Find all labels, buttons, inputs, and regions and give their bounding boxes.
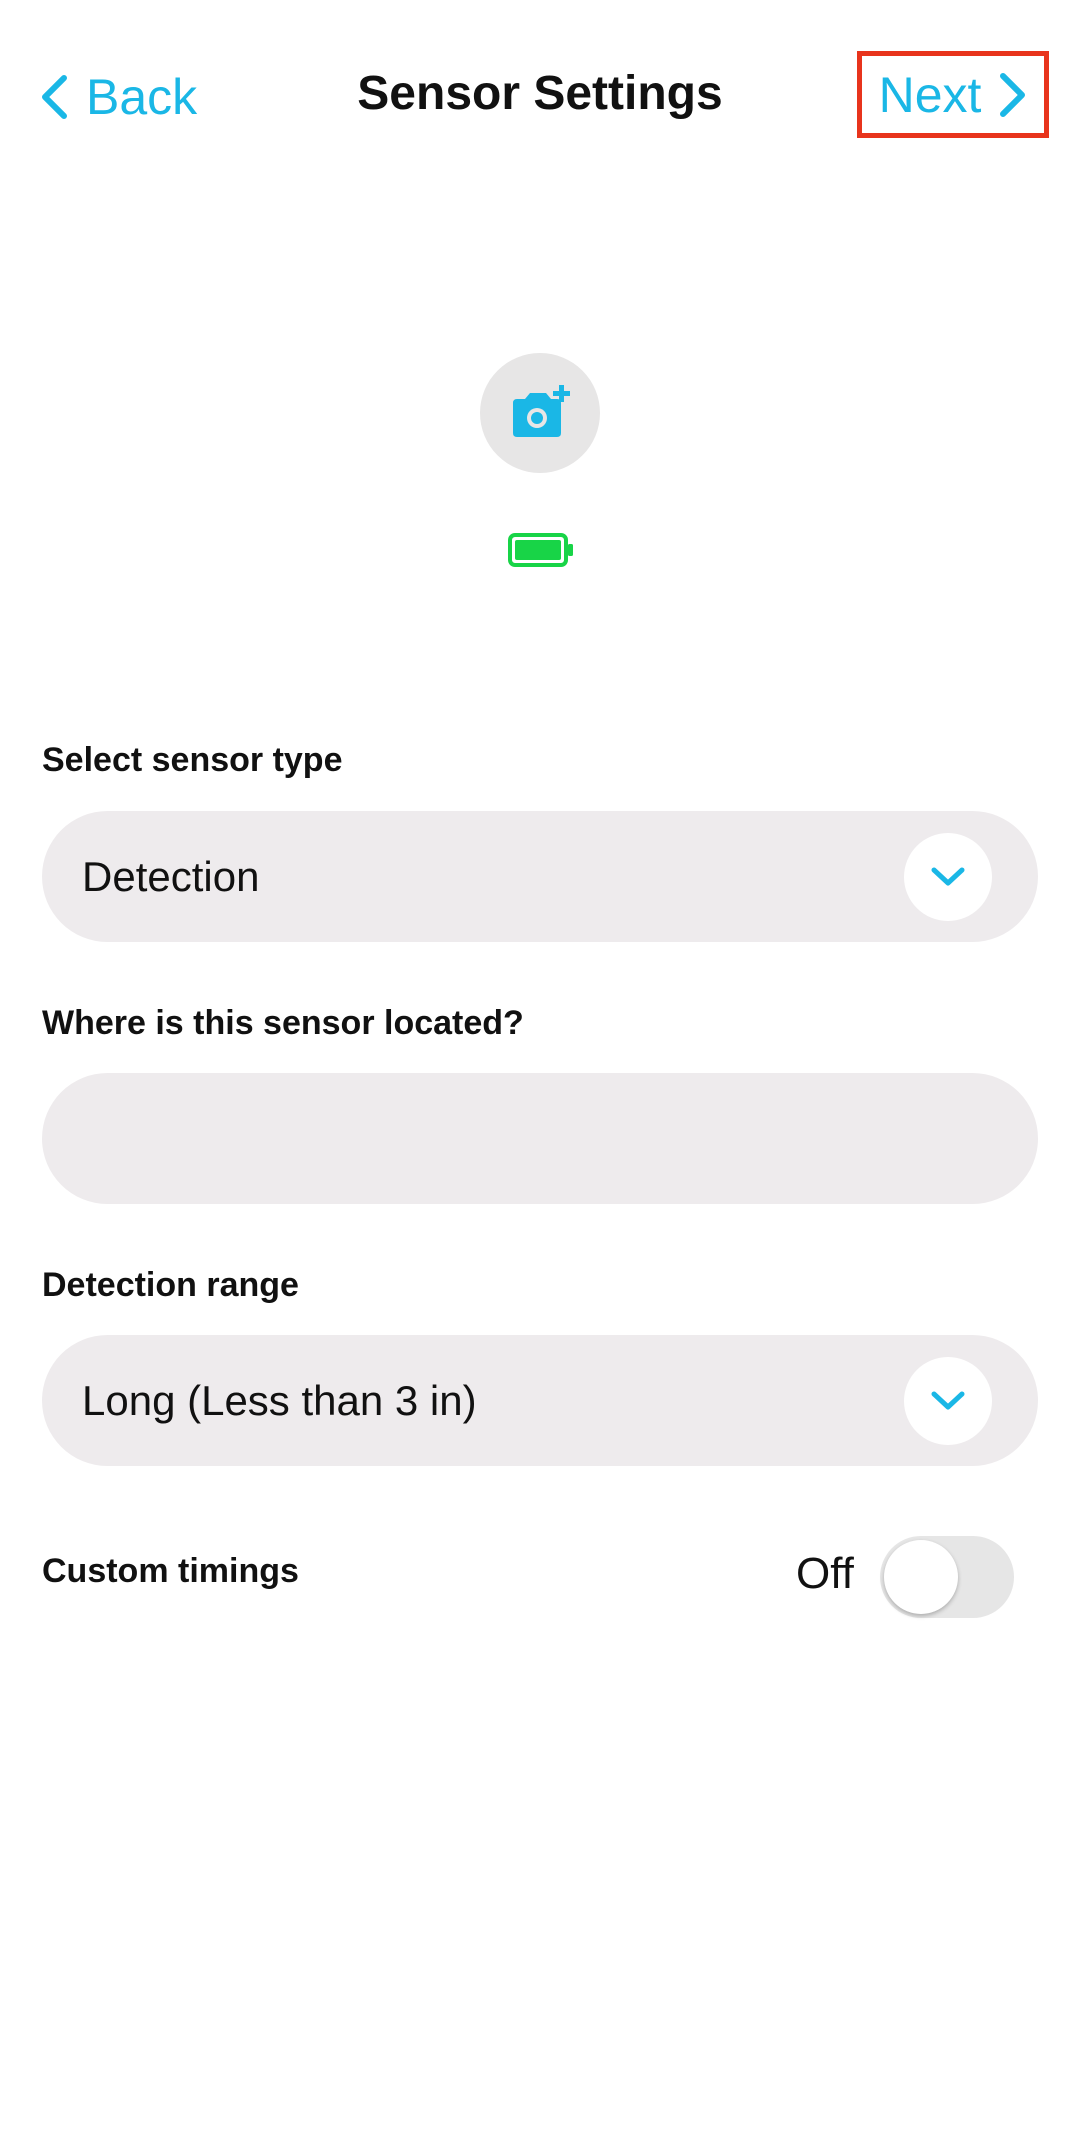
toggle-knob xyxy=(884,1540,958,1614)
camera-add-icon xyxy=(513,385,570,437)
chevron-down-icon xyxy=(931,867,965,886)
detection-range-label: Detection range xyxy=(42,1266,299,1304)
sensor-type-dropdown-button[interactable] xyxy=(904,833,992,921)
sensor-settings-screen: Back Sensor Settings Next Select sensor … xyxy=(0,0,1080,2153)
sensor-type-select[interactable]: Detection xyxy=(42,811,1038,942)
next-label: Next xyxy=(878,66,982,123)
location-label: Where is this sensor located? xyxy=(42,1004,524,1042)
custom-timings-state: Off xyxy=(796,1549,854,1598)
sensor-type-value: Detection xyxy=(82,853,260,900)
chevron-right-icon xyxy=(1000,72,1026,117)
chevron-down-icon xyxy=(931,1391,965,1410)
detection-range-value: Long (Less than 3 in) xyxy=(82,1377,477,1424)
battery-full-icon xyxy=(508,533,573,567)
detection-range-dropdown-button[interactable] xyxy=(904,1357,992,1445)
location-field[interactable] xyxy=(42,1073,1038,1206)
next-button[interactable]: Next xyxy=(857,51,1049,138)
header-bar: Back Sensor Settings Next xyxy=(0,0,1080,195)
add-photo-button[interactable] xyxy=(480,353,600,473)
detection-range-select[interactable]: Long (Less than 3 in) xyxy=(42,1335,1038,1466)
custom-timings-label: Custom timings xyxy=(42,1552,299,1590)
sensor-type-label: Select sensor type xyxy=(42,741,343,779)
location-input[interactable] xyxy=(82,1073,986,1206)
custom-timings-toggle[interactable] xyxy=(880,1536,1014,1618)
